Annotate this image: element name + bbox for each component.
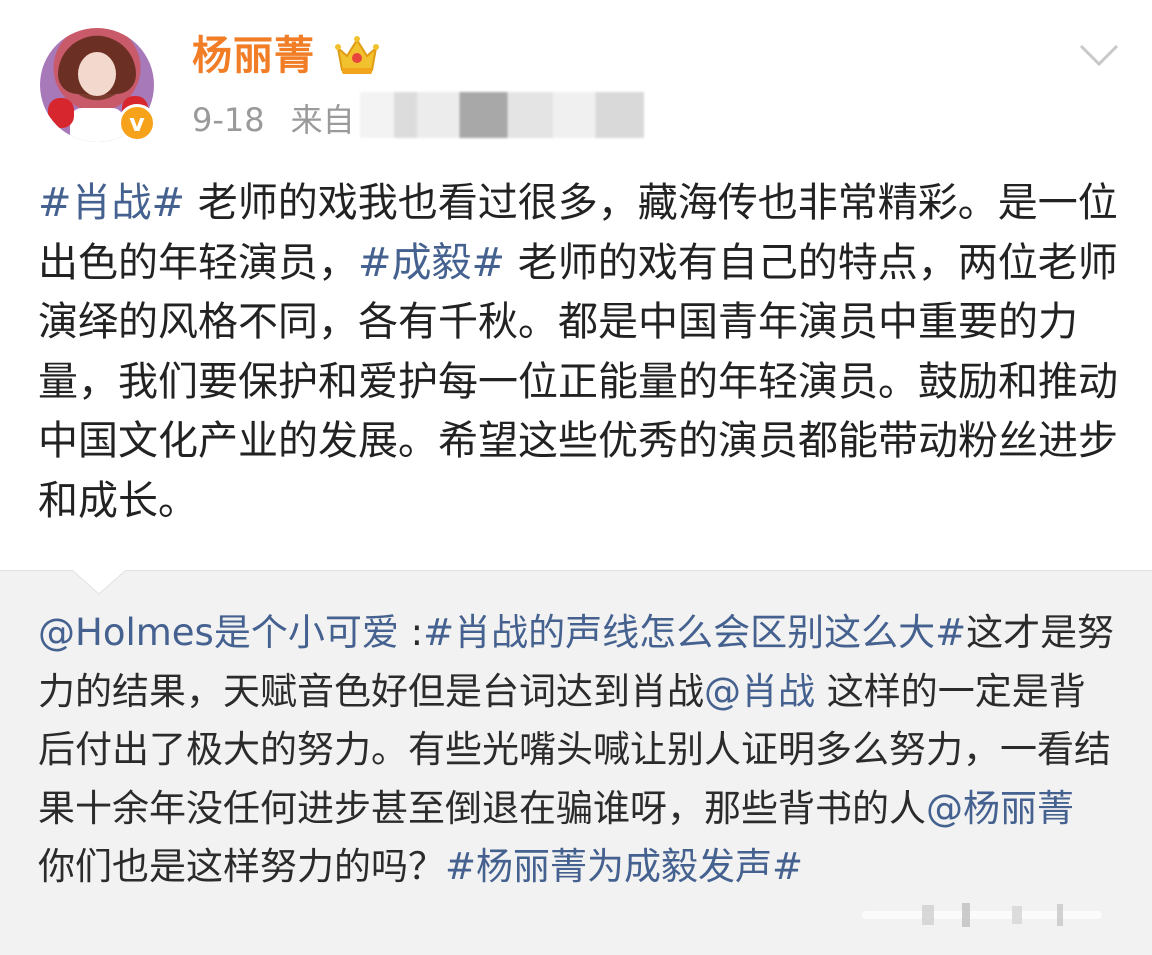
verified-v-icon: v xyxy=(118,104,156,142)
post-meta: 9-18 来自 xyxy=(192,98,355,142)
repost-segment[interactable]: @Holmes是个小可爱 xyxy=(38,611,399,654)
crown-icon xyxy=(335,36,379,74)
repost-notch xyxy=(72,570,126,595)
post-source-label: 来自 xyxy=(290,101,355,139)
repost-segment[interactable]: @肖战 xyxy=(704,670,815,713)
repost-segment[interactable]: @杨丽菁 xyxy=(926,787,1074,830)
repost-segment[interactable]: #肖战的声线怎么会区别这么大# xyxy=(423,611,966,654)
repost-segment: 你们也是这样努力的吗？ xyxy=(38,845,445,888)
post-time: 9-18 xyxy=(192,101,265,139)
username[interactable]: 杨丽菁 xyxy=(192,30,315,82)
repost-segment[interactable]: #杨丽菁为成毅发声# xyxy=(445,845,803,888)
watermark-logo xyxy=(862,903,1102,927)
content-segment[interactable]: #肖战# xyxy=(38,180,185,226)
weibo-post: v 杨丽菁 9-18 来自 #肖战# 老师的戏我也看过很多，藏海传也非常精彩。是一… xyxy=(0,0,1152,570)
post-content: #肖战# 老师的戏我也看过很多，藏海传也非常精彩。是一位出色的年轻演员，#成毅#… xyxy=(38,174,1118,531)
blurred-source xyxy=(360,92,644,138)
chevron-down-icon[interactable] xyxy=(1078,42,1120,68)
content-segment[interactable]: #成毅# xyxy=(358,240,505,286)
repost-segment: : xyxy=(398,611,424,654)
repost-content: @Holmes是个小可爱 :#肖战的声线怎么会区别这么大#这才是努力的结果，天赋… xyxy=(38,604,1118,897)
